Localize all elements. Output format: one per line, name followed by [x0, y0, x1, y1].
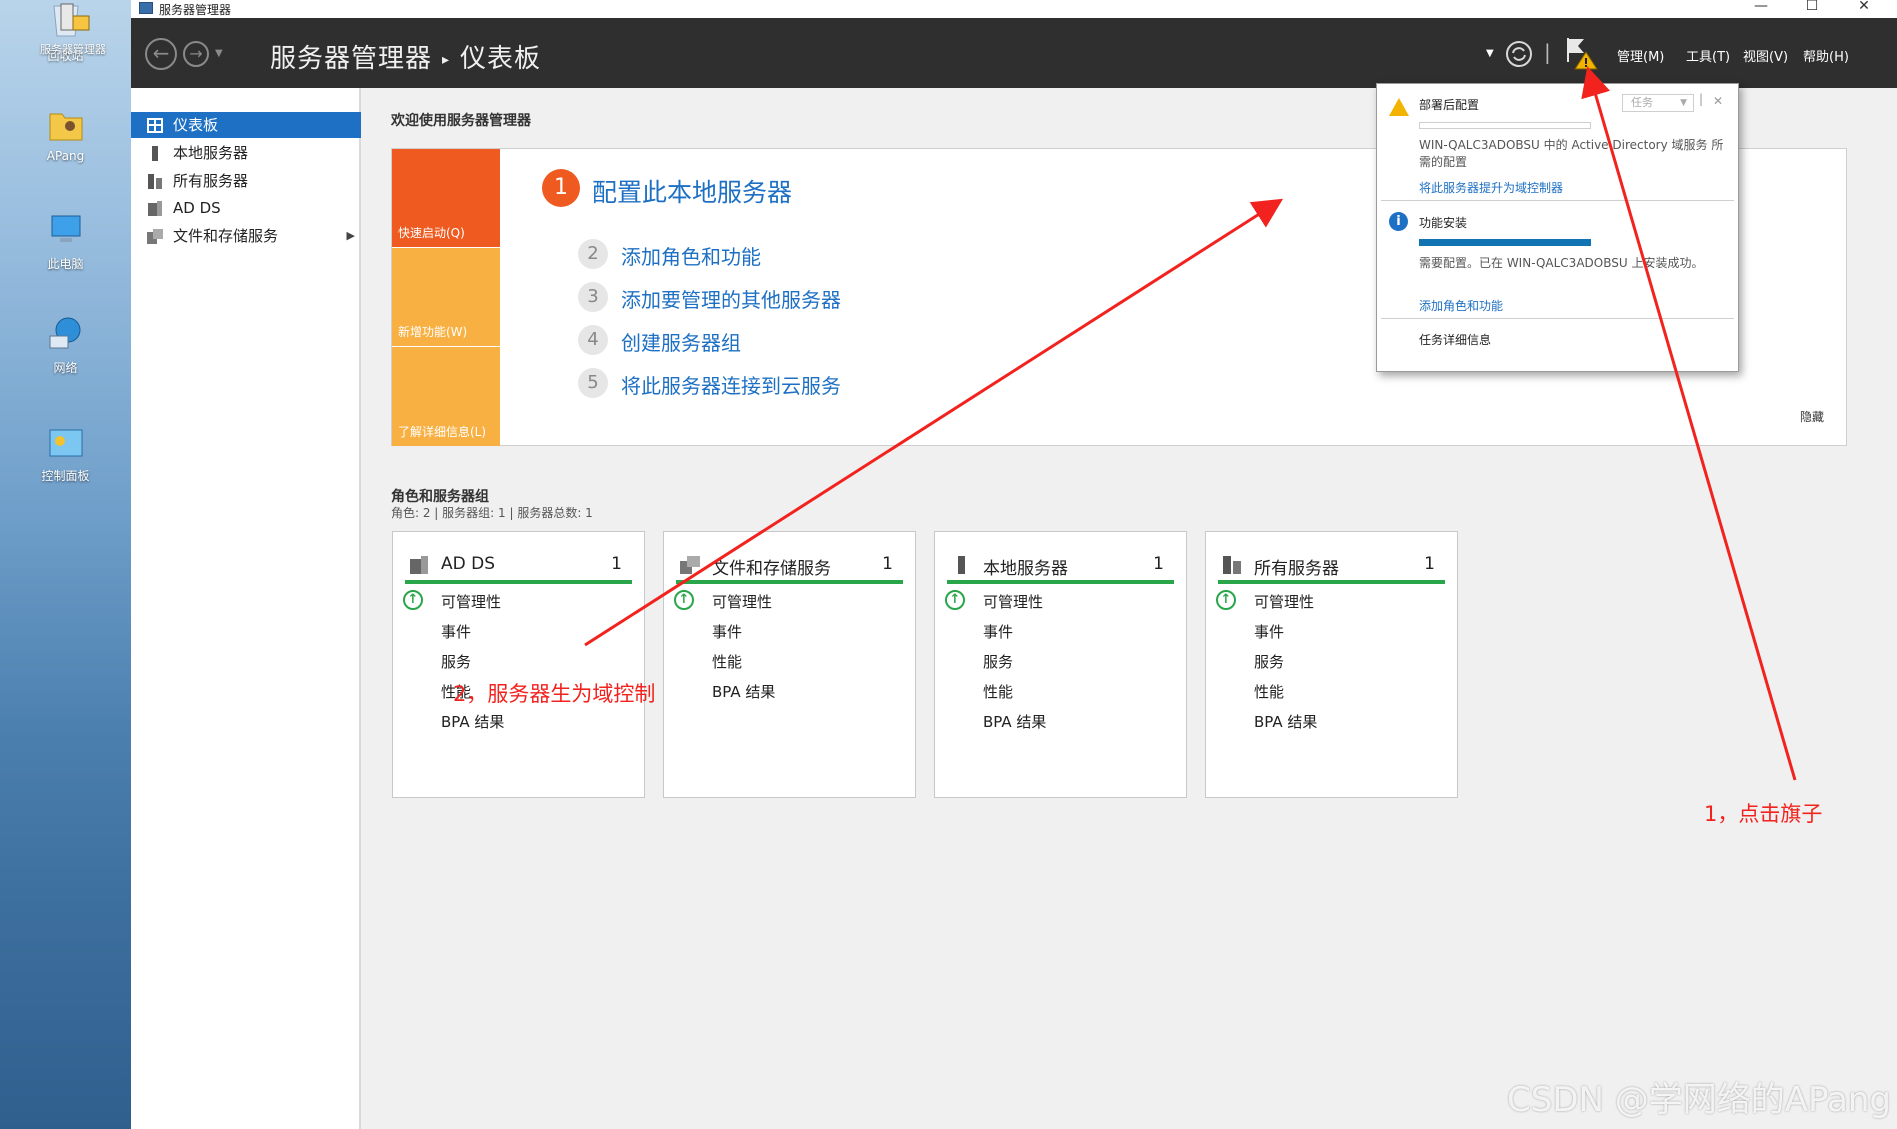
annotation-promote-dc: 2，服务器生为域控制 — [453, 682, 656, 706]
annotation-arrows — [584, 66, 1797, 781]
arrow-to-flag — [1581, 66, 1797, 781]
watermark: CSDN @学网络的APang — [1507, 1080, 1891, 1120]
annotation-click-flag: 1，点击旗子 — [1704, 802, 1823, 826]
arrow-to-promote-link — [584, 198, 1284, 647]
